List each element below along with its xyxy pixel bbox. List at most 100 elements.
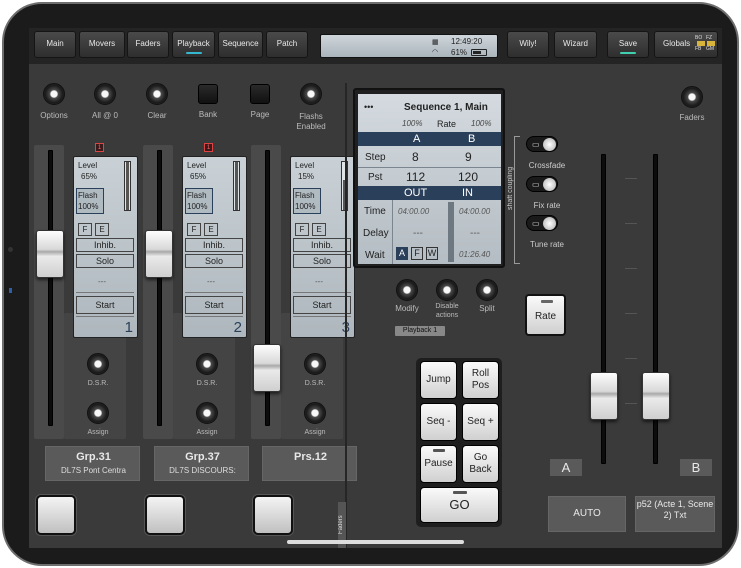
group-display[interactable]: Prs.12 [262, 446, 357, 481]
level-label: Level [78, 161, 98, 170]
faders-toggle-button[interactable] [681, 86, 703, 108]
clear-label: Clear [147, 111, 167, 120]
delay-label: Delay [363, 228, 389, 239]
all-at-zero-button[interactable] [94, 83, 116, 105]
wily-button[interactable]: Wily! [507, 31, 549, 58]
tune-rate-label: Tune rate [530, 240, 564, 249]
pause-button[interactable]: Pause [420, 445, 457, 483]
go-button[interactable]: GO [420, 487, 499, 523]
globals-label: Globals [663, 39, 691, 48]
wizard-button[interactable]: Wizard [554, 31, 597, 58]
assign-button[interactable] [304, 402, 326, 424]
flashs-enabled-button[interactable] [300, 83, 322, 105]
out-in-header: OUT IN [358, 186, 501, 200]
fader-a-knob[interactable] [590, 372, 618, 420]
col-a: A [413, 133, 421, 145]
wizard-label: Wizard [563, 39, 588, 48]
bank-button[interactable] [198, 84, 218, 104]
solo-button[interactable]: Solo [185, 254, 243, 268]
assign-button[interactable] [196, 402, 218, 424]
group-display[interactable]: Grp.37 DL7S DISCOURS: [154, 446, 249, 481]
tab-playback[interactable]: Playback [172, 31, 215, 58]
f-button[interactable]: F [78, 223, 92, 236]
tune-rate-toggle[interactable]: ▭ [526, 215, 558, 231]
tab-main-label: Main [46, 39, 64, 48]
home-indicator[interactable] [287, 540, 464, 544]
inhib-button[interactable]: Inhib. [293, 238, 351, 252]
disable-actions-button[interactable] [436, 279, 458, 301]
options-label: Options [40, 111, 68, 120]
f-button[interactable]: F [295, 223, 309, 236]
solo-button[interactable]: Solo [293, 254, 351, 268]
wait-a-button[interactable]: A [396, 247, 408, 260]
go-back-label: Go Back [469, 452, 492, 475]
tab-playback-label: Playback [177, 39, 210, 48]
wait-label: Wait [365, 250, 385, 261]
roll-pos-button[interactable]: Roll Pos [462, 361, 499, 399]
seq-minus-button[interactable]: Seq - [420, 403, 457, 441]
dsr-button[interactable] [87, 353, 109, 375]
e-button[interactable]: E [95, 223, 109, 236]
start-button[interactable]: Start [293, 296, 351, 314]
wait-w-button[interactable]: W [426, 247, 438, 260]
e-button[interactable]: E [312, 223, 326, 236]
group-sub: DL7S DISCOURS: [169, 466, 236, 475]
split-button[interactable] [476, 279, 498, 301]
group-name: Grp.37 [185, 451, 220, 463]
globals-button[interactable]: Globals BO FZ FB GM [654, 31, 718, 58]
channel-number: 1 [124, 319, 133, 336]
jump-button[interactable]: Jump [420, 361, 457, 399]
more-icon[interactable]: ••• [364, 102, 373, 112]
channel-fader-knob[interactable] [253, 343, 281, 392]
tab-movers[interactable]: Movers [79, 31, 125, 58]
auto-display[interactable]: AUTO [548, 496, 626, 532]
rate-button[interactable]: Rate [525, 294, 566, 336]
flash-button[interactable] [36, 495, 76, 535]
inhib-button[interactable]: Inhib. [76, 238, 134, 252]
level-label: Level [295, 161, 315, 170]
assign-button[interactable] [87, 402, 109, 424]
wifi-icon: ▦ [432, 39, 439, 46]
group-display[interactable]: Grp.31 DL7S Pont Centra [45, 446, 140, 481]
channel-fader-knob[interactable] [36, 229, 64, 278]
app-screen: Main Movers Faders Playback Sequence Pat… [29, 28, 722, 548]
dsr-button[interactable] [304, 353, 326, 375]
start-button[interactable]: Start [76, 296, 134, 314]
page-button[interactable] [250, 84, 270, 104]
pause-label: Pause [424, 458, 453, 469]
f-button[interactable]: F [187, 223, 201, 236]
pst-a: 112 [406, 170, 426, 184]
inhib-button[interactable]: Inhib. [185, 238, 243, 252]
tab-main[interactable]: Main [34, 31, 76, 58]
options-button[interactable] [43, 83, 65, 105]
next-cue-label: p52 (Acte 1, Scene 2) Txt [636, 499, 714, 520]
fix-rate-toggle[interactable]: ▭ [526, 176, 558, 192]
disable-actions-label: Disable actions [435, 303, 459, 319]
tab-sequence[interactable]: Sequence [218, 31, 263, 58]
level-value: 65% [190, 172, 207, 181]
solo-button[interactable]: Solo [76, 254, 134, 268]
seq-plus-button[interactable]: Seq + [462, 403, 499, 441]
dsr-button[interactable] [196, 353, 218, 375]
crossfade-toggle[interactable]: ▭ [526, 136, 558, 152]
wait-f-button[interactable]: F [411, 247, 423, 260]
tab-patch[interactable]: Patch [266, 31, 308, 58]
start-button[interactable]: Start [185, 296, 243, 314]
level-meter [233, 161, 240, 211]
clear-button[interactable] [146, 83, 168, 105]
flash-button[interactable] [253, 495, 293, 535]
tab-faders[interactable]: Faders [127, 31, 169, 58]
save-button[interactable]: Save [607, 31, 649, 58]
tab-patch-label: Patch [276, 39, 298, 48]
dsr-label: D.S.R. [87, 380, 109, 387]
channel-fader-knob[interactable] [145, 229, 173, 278]
faders-label: Faders [679, 113, 705, 122]
e-button[interactable]: E [204, 223, 218, 236]
flash-button[interactable] [145, 495, 185, 535]
modify-button[interactable] [396, 279, 418, 301]
go-back-button[interactable]: Go Back [462, 445, 499, 483]
fix-rate-toggle-icon: ▭ [532, 180, 540, 189]
col-b: B [468, 133, 476, 145]
rate-button-label: Rate [534, 311, 557, 322]
fader-b-knob[interactable] [642, 372, 670, 420]
